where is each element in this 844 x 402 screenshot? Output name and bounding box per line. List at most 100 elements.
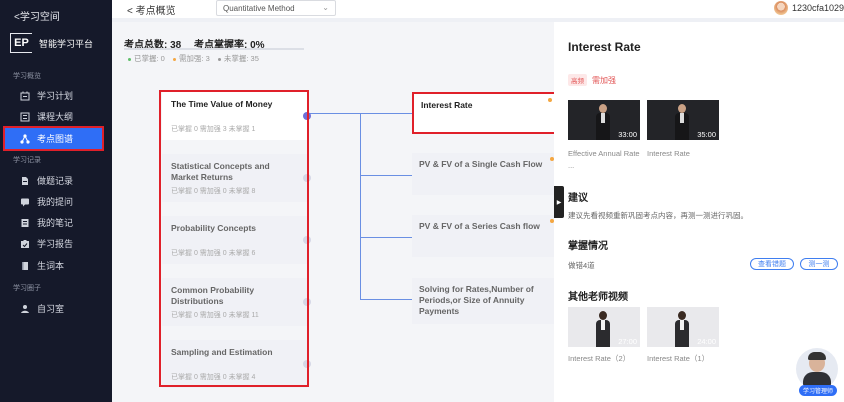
sidebar-item-course-outline[interactable]: 课程大纲: [0, 106, 112, 127]
group-label-circle: 学习圈子: [13, 285, 41, 292]
connector-line: [360, 299, 412, 300]
graph-icon: [20, 133, 30, 144]
video-duration: 24:00: [697, 337, 716, 346]
strengthen-dot: [548, 98, 552, 102]
advice-text: 建议先看视频重新巩固考点内容，再测一测进行巩固。: [568, 211, 748, 220]
legend-not-mastered: 未掌握: 35: [223, 54, 259, 63]
topic-title: PV & FV of a Single Cash Flow: [419, 159, 543, 169]
brand-name: 智能学习平台: [39, 38, 94, 49]
topic-title: Interest Rate: [421, 100, 473, 110]
video-duration: 35:00: [697, 130, 716, 139]
sidebar-item-label: 我的笔记: [37, 218, 74, 228]
user-menu[interactable]: 1230cfa1029: [773, 0, 844, 16]
mastery-heading: 掌握情况: [568, 241, 608, 252]
teacher-figure: [596, 104, 610, 140]
sidebar: <学习空间 EP 智能学习平台 学习概览 学习计划 课程大纲 考点图谱 学习记录…: [0, 0, 112, 402]
book-icon: [20, 261, 30, 271]
teacher-figure: [675, 104, 689, 140]
knowledge-graph-area: 考点总数: 38 考点掌握率: 0% 已掌握: 0 需加强: 3 未掌握: 35…: [112, 22, 557, 402]
sidebar-item-label: 生词本: [37, 261, 65, 271]
mastery-legend: 已掌握: 0 需加强: 3 未掌握: 35: [128, 53, 265, 64]
sidebar-item-study-report[interactable]: 学习报告: [0, 233, 112, 254]
teacher-figure: [675, 311, 689, 347]
connector-line: [307, 113, 360, 114]
strengthen-dot: [172, 57, 176, 61]
sidebar-item-study-room[interactable]: 自习室: [0, 298, 112, 319]
other-teachers-heading: 其他老师视频: [568, 292, 628, 303]
note-icon: [20, 218, 30, 228]
sidebar-item-label: 学习报告: [37, 239, 74, 249]
video-duration: 27:00: [618, 337, 637, 346]
mastery-progress-bar: [124, 48, 304, 50]
topic-title: PV & FV of a Series Cash flow: [419, 221, 540, 231]
sidebar-item-label: 课程大纲: [37, 112, 74, 122]
sidebar-item-label: 我的提问: [37, 197, 74, 207]
teacher-figure: [596, 311, 610, 347]
sidebar-item-vocabulary[interactable]: 生词本: [0, 255, 112, 276]
topic-title: Solving for Rates,Number of Periods,or S…: [419, 284, 534, 316]
collapse-panel-toggle[interactable]: ▶: [554, 186, 564, 218]
video-thumbnail[interactable]: 27:00: [568, 307, 640, 347]
connector-line: [360, 113, 361, 300]
group-label-records: 学习记录: [13, 157, 41, 164]
back-to-overview-link[interactable]: < 考点概览: [127, 2, 176, 17]
connector-line: [360, 113, 412, 114]
study-manager-avatar[interactable]: [796, 348, 838, 390]
high-frequency-badge: 高频: [568, 74, 587, 86]
username: 1230cfa1029: [791, 3, 844, 13]
legend-strengthen: 需加强: 3: [178, 54, 210, 63]
video-thumbnail[interactable]: 33:00: [568, 100, 640, 140]
connector-line: [360, 237, 412, 238]
view-wrong-answers-button[interactable]: 查看错题: [750, 258, 794, 270]
sidebar-item-my-notes[interactable]: 我的笔记: [0, 212, 112, 233]
video-thumbnail[interactable]: 35:00: [647, 100, 719, 140]
topic-card-selected[interactable]: Interest Rate: [412, 92, 557, 134]
question-icon: [20, 197, 30, 207]
top-bar: < 考点概览 Quantitative Method ⌄ 1230cfa1029: [112, 0, 844, 18]
chapter-list-highlight: [159, 90, 309, 387]
frequency-badges: 高频 需加强: [568, 74, 616, 86]
subject-select-value: Quantitative Method: [223, 3, 295, 13]
wrong-count: 做错4道: [568, 261, 595, 270]
topic-card[interactable]: PV & FV of a Series Cash flow: [412, 215, 557, 257]
chevron-down-icon: ⌄: [322, 3, 329, 12]
not-mastered-dot: [217, 57, 221, 61]
sidebar-item-my-questions[interactable]: 我的提问: [0, 191, 112, 212]
triangle-right-icon: ▶: [556, 199, 562, 206]
file-icon: [20, 176, 30, 186]
video-title[interactable]: Interest Rate（1）: [647, 353, 719, 365]
study-room-icon: [20, 304, 30, 314]
ep-logo: EP: [10, 33, 32, 53]
outline-icon: [20, 112, 30, 122]
take-test-button[interactable]: 测一测: [800, 258, 838, 270]
topic-detail-panel: Interest Rate 高频 需加强 33:00 35:00 Effecti…: [554, 22, 844, 402]
legend-mastered: 已掌握: 0: [134, 54, 165, 63]
sidebar-item-label: 考点图谱: [37, 134, 74, 144]
report-icon: [20, 239, 30, 249]
sidebar-item-knowledge-graph[interactable]: 考点图谱: [3, 126, 104, 151]
topic-card[interactable]: PV & FV of a Single Cash Flow: [412, 153, 557, 195]
status-badge: 需加强: [592, 75, 616, 85]
sidebar-item-label: 做题记录: [37, 176, 74, 186]
panel-title: Interest Rate: [568, 40, 641, 54]
video-title[interactable]: Interest Rate（2）: [568, 353, 640, 365]
back-to-study-space-link[interactable]: <学习空间: [14, 8, 60, 23]
connector-line: [360, 175, 412, 176]
subject-select[interactable]: Quantitative Method ⌄: [216, 0, 336, 16]
sidebar-item-study-plan[interactable]: 学习计划: [0, 85, 112, 106]
mastered-dot: [128, 57, 131, 61]
brand: EP 智能学习平台: [10, 33, 93, 53]
sidebar-item-practice-records[interactable]: 做题记录: [0, 170, 112, 191]
sidebar-item-label: 学习计划: [37, 91, 74, 101]
calendar-icon: [20, 91, 30, 101]
topic-card[interactable]: Solving for Rates,Number of Periods,or S…: [412, 278, 557, 324]
user-avatar: [773, 1, 788, 15]
video-thumbnail[interactable]: 24:00: [647, 307, 719, 347]
video-duration: 33:00: [618, 130, 637, 139]
study-manager-label[interactable]: 学习管理师: [799, 385, 837, 396]
advice-heading: 建议: [568, 193, 588, 204]
video-title[interactable]: Interest Rate: [647, 148, 719, 160]
sidebar-item-label: 自习室: [37, 304, 65, 314]
video-title[interactable]: Effective Annual Rate ...: [568, 148, 640, 172]
group-label-overview: 学习概览: [13, 73, 41, 80]
